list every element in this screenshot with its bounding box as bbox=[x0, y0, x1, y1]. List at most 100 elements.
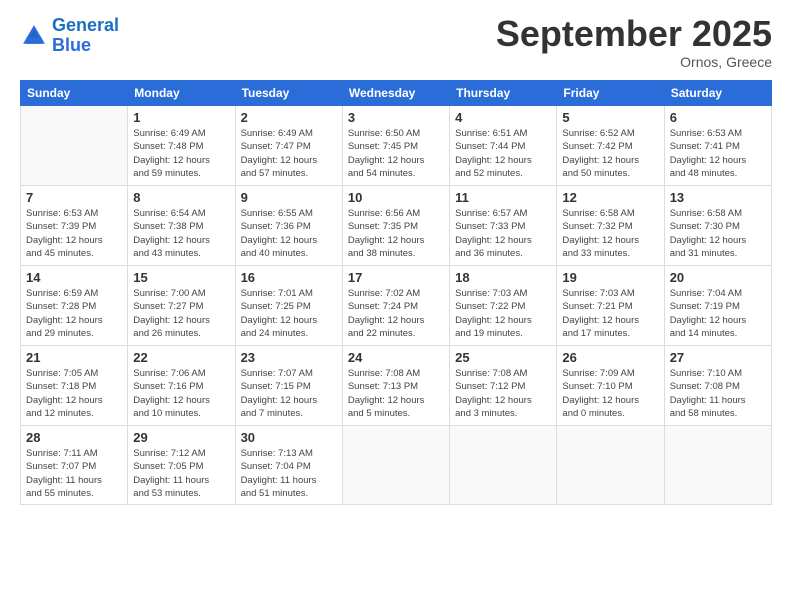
day-number: 14 bbox=[26, 270, 122, 285]
header: General Blue September 2025 Ornos, Greec… bbox=[20, 16, 772, 70]
day-number: 27 bbox=[670, 350, 766, 365]
calendar-cell bbox=[342, 426, 449, 505]
day-info: Sunrise: 6:55 AM Sunset: 7:36 PM Dayligh… bbox=[241, 207, 337, 260]
day-info: Sunrise: 6:50 AM Sunset: 7:45 PM Dayligh… bbox=[348, 127, 444, 180]
day-info: Sunrise: 7:01 AM Sunset: 7:25 PM Dayligh… bbox=[241, 287, 337, 340]
day-info: Sunrise: 7:10 AM Sunset: 7:08 PM Dayligh… bbox=[670, 367, 766, 420]
calendar-cell: 28Sunrise: 7:11 AM Sunset: 7:07 PM Dayli… bbox=[21, 426, 128, 505]
calendar-cell: 15 Sunrise: 7:00 AM Sunset: 7:27 PM Dayli… bbox=[128, 266, 235, 346]
calendar-cell: 24 Sunrise: 7:08 AM Sunset: 7:13 PM Dayli… bbox=[342, 346, 449, 426]
day-info: Sunrise: 6:58 AM Sunset: 7:30 PM Dayligh… bbox=[670, 207, 766, 260]
calendar-cell bbox=[557, 426, 664, 505]
col-friday: Friday bbox=[557, 81, 664, 106]
day-info: Sunrise: 6:53 AM Sunset: 7:39 PM Dayligh… bbox=[26, 207, 122, 260]
day-number: 9 bbox=[241, 190, 337, 205]
day-info: Sunrise: 7:00 AM Sunset: 7:27 PM Dayligh… bbox=[133, 287, 229, 340]
month-title: September 2025 bbox=[496, 16, 772, 52]
day-info: Sunrise: 6:56 AM Sunset: 7:35 PM Dayligh… bbox=[348, 207, 444, 260]
calendar-table: Sunday Monday Tuesday Wednesday Thursday… bbox=[20, 80, 772, 505]
calendar-cell: 19 Sunrise: 7:03 AM Sunset: 7:21 PM Dayli… bbox=[557, 266, 664, 346]
calendar-body: 1Sunrise: 6:49 AM Sunset: 7:48 PM Daylig… bbox=[21, 106, 772, 505]
day-number: 10 bbox=[348, 190, 444, 205]
col-saturday: Saturday bbox=[664, 81, 771, 106]
day-info: Sunrise: 6:59 AM Sunset: 7:28 PM Dayligh… bbox=[26, 287, 122, 340]
day-info: Sunrise: 7:09 AM Sunset: 7:10 PM Dayligh… bbox=[562, 367, 658, 420]
day-number: 19 bbox=[562, 270, 658, 285]
day-info: Sunrise: 7:06 AM Sunset: 7:16 PM Dayligh… bbox=[133, 367, 229, 420]
calendar-cell: 22Sunrise: 7:06 AM Sunset: 7:16 PM Dayli… bbox=[128, 346, 235, 426]
day-number: 23 bbox=[241, 350, 337, 365]
calendar-cell: 8 Sunrise: 6:54 AM Sunset: 7:38 PM Daylig… bbox=[128, 186, 235, 266]
day-number: 7 bbox=[26, 190, 122, 205]
col-wednesday: Wednesday bbox=[342, 81, 449, 106]
calendar-cell: 11 Sunrise: 6:57 AM Sunset: 7:33 PM Dayli… bbox=[450, 186, 557, 266]
day-number: 30 bbox=[241, 430, 337, 445]
calendar-cell bbox=[664, 426, 771, 505]
day-number: 4 bbox=[455, 110, 551, 125]
day-info: Sunrise: 7:03 AM Sunset: 7:21 PM Dayligh… bbox=[562, 287, 658, 340]
day-info: Sunrise: 7:12 AM Sunset: 7:05 PM Dayligh… bbox=[133, 447, 229, 500]
day-info: Sunrise: 7:13 AM Sunset: 7:04 PM Dayligh… bbox=[241, 447, 337, 500]
day-number: 12 bbox=[562, 190, 658, 205]
day-info: Sunrise: 6:52 AM Sunset: 7:42 PM Dayligh… bbox=[562, 127, 658, 180]
calendar-cell: 2 Sunrise: 6:49 AM Sunset: 7:47 PM Daylig… bbox=[235, 106, 342, 186]
calendar-cell: 7 Sunrise: 6:53 AM Sunset: 7:39 PM Daylig… bbox=[21, 186, 128, 266]
day-number: 2 bbox=[241, 110, 337, 125]
calendar-cell bbox=[21, 106, 128, 186]
day-number: 3 bbox=[348, 110, 444, 125]
day-info: Sunrise: 6:49 AM Sunset: 7:47 PM Dayligh… bbox=[241, 127, 337, 180]
calendar-cell: 26 Sunrise: 7:09 AM Sunset: 7:10 PM Dayli… bbox=[557, 346, 664, 426]
calendar-cell: 16 Sunrise: 7:01 AM Sunset: 7:25 PM Dayli… bbox=[235, 266, 342, 346]
calendar-cell: 13Sunrise: 6:58 AM Sunset: 7:30 PM Dayli… bbox=[664, 186, 771, 266]
day-info: Sunrise: 6:58 AM Sunset: 7:32 PM Dayligh… bbox=[562, 207, 658, 260]
location: Ornos, Greece bbox=[496, 54, 772, 70]
calendar-cell: 20 Sunrise: 7:04 AM Sunset: 7:19 PM Dayli… bbox=[664, 266, 771, 346]
day-info: Sunrise: 6:51 AM Sunset: 7:44 PM Dayligh… bbox=[455, 127, 551, 180]
calendar-cell: 1Sunrise: 6:49 AM Sunset: 7:48 PM Daylig… bbox=[128, 106, 235, 186]
calendar-cell: 14 Sunrise: 6:59 AM Sunset: 7:28 PM Dayli… bbox=[21, 266, 128, 346]
logo-line2: Blue bbox=[52, 36, 119, 56]
calendar-cell: 21 Sunrise: 7:05 AM Sunset: 7:18 PM Dayli… bbox=[21, 346, 128, 426]
col-sunday: Sunday bbox=[21, 81, 128, 106]
week-row-5: 28Sunrise: 7:11 AM Sunset: 7:07 PM Dayli… bbox=[21, 426, 772, 505]
day-info: Sunrise: 6:54 AM Sunset: 7:38 PM Dayligh… bbox=[133, 207, 229, 260]
day-info: Sunrise: 6:57 AM Sunset: 7:33 PM Dayligh… bbox=[455, 207, 551, 260]
week-row-2: 7 Sunrise: 6:53 AM Sunset: 7:39 PM Daylig… bbox=[21, 186, 772, 266]
calendar-cell: 29 Sunrise: 7:12 AM Sunset: 7:05 PM Dayli… bbox=[128, 426, 235, 505]
day-number: 6 bbox=[670, 110, 766, 125]
day-number: 17 bbox=[348, 270, 444, 285]
week-row-4: 21 Sunrise: 7:05 AM Sunset: 7:18 PM Dayli… bbox=[21, 346, 772, 426]
calendar-cell: 3 Sunrise: 6:50 AM Sunset: 7:45 PM Daylig… bbox=[342, 106, 449, 186]
calendar-cell: 23Sunrise: 7:07 AM Sunset: 7:15 PM Dayli… bbox=[235, 346, 342, 426]
col-tuesday: Tuesday bbox=[235, 81, 342, 106]
day-number: 15 bbox=[133, 270, 229, 285]
day-info: Sunrise: 7:04 AM Sunset: 7:19 PM Dayligh… bbox=[670, 287, 766, 340]
day-info: Sunrise: 7:08 AM Sunset: 7:13 PM Dayligh… bbox=[348, 367, 444, 420]
day-number: 16 bbox=[241, 270, 337, 285]
calendar-cell: 17 Sunrise: 7:02 AM Sunset: 7:24 PM Dayli… bbox=[342, 266, 449, 346]
day-number: 1 bbox=[133, 110, 229, 125]
day-number: 21 bbox=[26, 350, 122, 365]
day-number: 20 bbox=[670, 270, 766, 285]
week-row-3: 14 Sunrise: 6:59 AM Sunset: 7:28 PM Dayli… bbox=[21, 266, 772, 346]
day-number: 8 bbox=[133, 190, 229, 205]
calendar-cell: 4 Sunrise: 6:51 AM Sunset: 7:44 PM Daylig… bbox=[450, 106, 557, 186]
day-number: 24 bbox=[348, 350, 444, 365]
day-info: Sunrise: 7:02 AM Sunset: 7:24 PM Dayligh… bbox=[348, 287, 444, 340]
day-number: 25 bbox=[455, 350, 551, 365]
logo-text: General Blue bbox=[52, 16, 119, 56]
calendar-cell: 30 Sunrise: 7:13 AM Sunset: 7:04 PM Dayli… bbox=[235, 426, 342, 505]
day-info: Sunrise: 7:05 AM Sunset: 7:18 PM Dayligh… bbox=[26, 367, 122, 420]
day-number: 29 bbox=[133, 430, 229, 445]
day-info: Sunrise: 7:03 AM Sunset: 7:22 PM Dayligh… bbox=[455, 287, 551, 340]
day-number: 18 bbox=[455, 270, 551, 285]
calendar-cell: 25 Sunrise: 7:08 AM Sunset: 7:12 PM Dayli… bbox=[450, 346, 557, 426]
day-number: 26 bbox=[562, 350, 658, 365]
day-number: 5 bbox=[562, 110, 658, 125]
day-info: Sunrise: 7:08 AM Sunset: 7:12 PM Dayligh… bbox=[455, 367, 551, 420]
col-monday: Monday bbox=[128, 81, 235, 106]
day-number: 11 bbox=[455, 190, 551, 205]
day-info: Sunrise: 6:53 AM Sunset: 7:41 PM Dayligh… bbox=[670, 127, 766, 180]
logo-icon bbox=[20, 22, 48, 50]
calendar-cell bbox=[450, 426, 557, 505]
